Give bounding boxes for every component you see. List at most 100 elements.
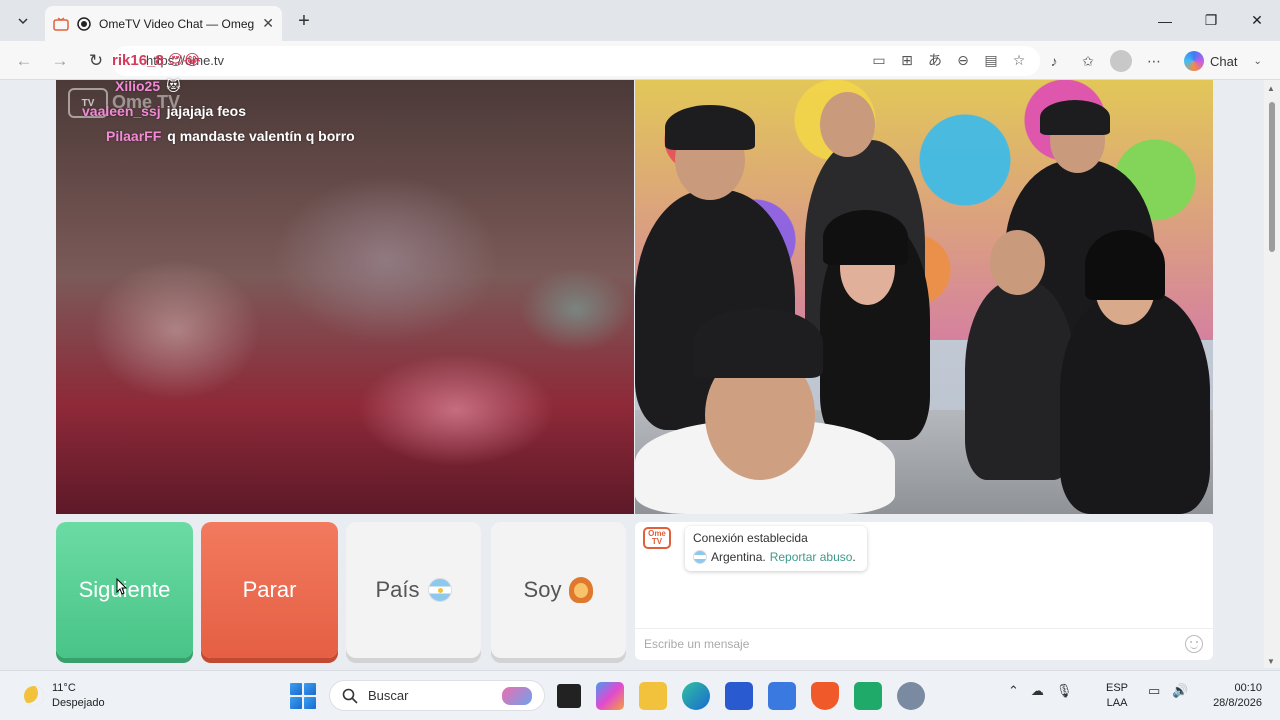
restore-button[interactable]: ❐: [1188, 0, 1234, 41]
search-icon: [342, 688, 358, 704]
cap-shape: [665, 105, 755, 150]
country-button[interactable]: País: [346, 522, 481, 658]
file-explorer-icon[interactable]: [639, 682, 667, 710]
streamer-name-overlay: rik16_8 😍😂: [112, 52, 202, 69]
report-abuse-link[interactable]: Reportar abuso: [770, 550, 853, 564]
tray-right-icons: ▭ 🔊: [1148, 683, 1188, 699]
temperature: 11°C: [52, 682, 76, 694]
person-head: [820, 92, 875, 157]
comment-item: PilaarFF q mandaste valentín q borro: [106, 128, 355, 144]
lang-line1: ESP: [1106, 682, 1129, 694]
browser-tab-bar: OmeTV Video Chat — Omegle ✕ + — ❐ ✕: [0, 0, 1280, 41]
stranger-video: TV Ome TV: [56, 80, 634, 514]
more-icon[interactable]: ⋯: [1142, 49, 1166, 73]
edge-icon[interactable]: [682, 682, 710, 710]
me-label: Soy: [523, 577, 562, 602]
clock[interactable]: 00:10 28/8/2026: [1202, 681, 1262, 711]
active-tab[interactable]: OmeTV Video Chat — Omegle ✕: [45, 6, 282, 41]
comment-item: Xilio25 😻: [115, 78, 181, 95]
language-indicator[interactable]: ESP LAA: [1106, 681, 1128, 711]
search-label: Buscar: [368, 688, 409, 703]
report-suffix: .: [852, 550, 856, 564]
speaker-icon[interactable]: 🔊: [1172, 683, 1188, 699]
settings-gear-icon[interactable]: [897, 682, 925, 710]
minimize-button[interactable]: —: [1142, 0, 1188, 41]
chevron-up-icon[interactable]: ⌃: [1008, 683, 1019, 699]
comment-text: q mandaste valentín q borro: [167, 128, 355, 144]
chat-app-icon[interactable]: [854, 682, 882, 710]
weather-widget[interactable]: 11°C Despejado: [24, 681, 105, 711]
copilot-chat-button[interactable]: Chat ⌄: [1184, 48, 1262, 74]
zoom-icon[interactable]: ⊖: [952, 49, 974, 71]
windows-taskbar: 11°C Despejado Buscar ⌃ ☁ 🎙 ESP LAA ▭ 🔊 …: [0, 670, 1280, 720]
translate-icon[interactable]: あ: [924, 49, 946, 71]
cap-shape: [1040, 100, 1110, 135]
own-camera-video: [635, 80, 1213, 514]
country-label: País: [375, 577, 420, 602]
taskbar-search[interactable]: Buscar: [329, 680, 545, 711]
task-view-icon[interactable]: [557, 684, 581, 708]
comment-text: jajajaja feos: [166, 103, 247, 119]
microphone-icon[interactable]: 🎙: [1056, 683, 1073, 699]
monitor-icon[interactable]: ▭: [1148, 683, 1160, 699]
argentina-flag-icon: [427, 578, 452, 602]
apps-icon[interactable]: ⊞: [896, 49, 918, 71]
emoji-smile-icon[interactable]: [1185, 635, 1203, 653]
favorites-icon[interactable]: ✩: [1076, 49, 1100, 73]
windows-start-icon[interactable]: [290, 683, 316, 709]
recording-icon: [77, 16, 91, 31]
search-highlight-icon: [502, 687, 532, 705]
chat-label: Chat: [1210, 53, 1238, 69]
comment-item: vaaleen_ssj jajajaja feos: [82, 103, 246, 119]
close-window-button[interactable]: ✕: [1234, 0, 1280, 41]
extensions-icon[interactable]: ♪: [1042, 49, 1066, 73]
toolbar-right-icons: ♪ ✩ ⋯: [1042, 49, 1166, 73]
clock-date: 28/8/2026: [1213, 697, 1262, 709]
system-message: Conexión establecida Argentina. Reportar…: [685, 526, 867, 571]
country-name: Argentina.: [711, 550, 766, 564]
hair-shape: [1085, 230, 1165, 300]
chevron-down-icon: ⌄: [1253, 55, 1262, 67]
cap-shape: [693, 308, 823, 378]
ometv-logo-icon: Ome TV: [643, 527, 671, 549]
message-input-bar: [635, 628, 1213, 660]
outlook-icon[interactable]: [768, 682, 796, 710]
person-head: [990, 230, 1045, 295]
person-shape: [965, 280, 1075, 480]
store-icon[interactable]: [725, 682, 753, 710]
ometv-page: TV Ome TV Xilio25 😻 vaaleen_ssj jajajaja f…: [0, 78, 1280, 668]
page-scrollbar[interactable]: ▲ ▼: [1264, 80, 1280, 668]
tab-actions-menu[interactable]: [10, 9, 36, 33]
cloud-icon[interactable]: ☁: [1031, 683, 1044, 699]
person-shape: [1060, 290, 1210, 514]
comment-user: Xilio25: [115, 78, 161, 94]
reader-icon[interactable]: ▤: [980, 49, 1002, 71]
forward-button[interactable]: →: [48, 49, 72, 73]
taskbar-apps: [557, 682, 940, 710]
comment-user: vaaleen_ssj: [82, 103, 161, 119]
profile-avatar[interactable]: [1110, 50, 1132, 72]
close-tab-icon[interactable]: ✕: [262, 15, 274, 32]
back-button[interactable]: ←: [12, 49, 36, 73]
favorite-star-icon[interactable]: ☆: [1008, 49, 1030, 71]
connection-status: Conexión establecida: [693, 531, 808, 545]
camera-icon[interactable]: ▭: [868, 49, 890, 71]
comment-user: PilaarFF: [106, 128, 162, 144]
argentina-flag-icon: [693, 550, 707, 564]
m365-icon[interactable]: [596, 682, 624, 710]
gender-button[interactable]: Soy: [491, 522, 626, 658]
tv-favicon-icon: [53, 17, 69, 31]
scroll-up-icon[interactable]: ▲: [1267, 84, 1275, 93]
moon-icon: [24, 686, 44, 706]
scroll-down-icon[interactable]: ▼: [1267, 657, 1275, 666]
lang-line2: LAA: [1106, 697, 1128, 709]
scroll-thumb[interactable]: [1269, 102, 1275, 252]
system-tray: ⌃ ☁ 🎙: [1008, 683, 1072, 699]
refresh-button[interactable]: ↻: [84, 49, 108, 73]
new-tab-button[interactable]: +: [292, 9, 316, 33]
stop-button[interactable]: Parar: [201, 522, 338, 658]
brave-icon[interactable]: [811, 682, 839, 710]
address-bar-icons: ▭ ⊞ あ ⊖ ▤ ☆: [868, 49, 1030, 71]
clock-time: 00:10: [1234, 682, 1262, 694]
message-input[interactable]: [635, 629, 1175, 659]
